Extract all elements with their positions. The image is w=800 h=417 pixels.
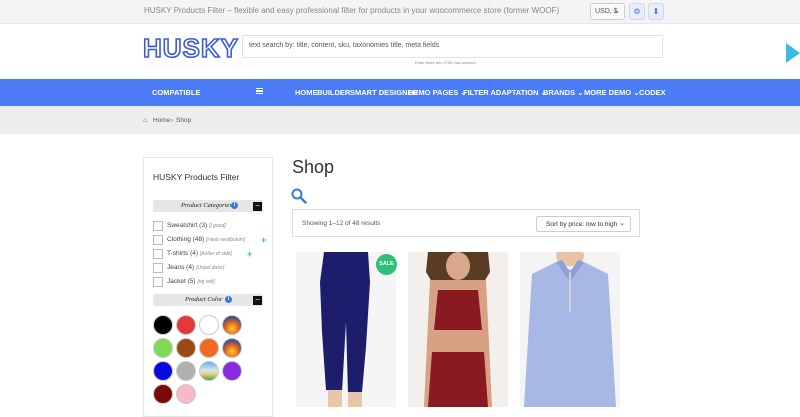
- category-label: T-shirts (4) [Antler of side]: [167, 250, 232, 257]
- sidebar-title: HUSKY Products Filter: [153, 172, 240, 182]
- expand-plus-icon[interactable]: +: [247, 249, 252, 259]
- color-swatch[interactable]: [176, 384, 196, 404]
- magnifier-icon[interactable]: [291, 188, 307, 204]
- sale-badge: SALE: [376, 254, 397, 275]
- checkbox[interactable]: [153, 235, 163, 245]
- chevron-down-icon: ⌄: [614, 8, 620, 15]
- download-icon: ⬇: [652, 7, 660, 16]
- menu-icon[interactable]: [256, 88, 263, 94]
- checkbox[interactable]: [153, 249, 163, 259]
- nav-item-more-demo[interactable]: MORE DEMO ⌄: [584, 88, 639, 97]
- nav-item-home[interactable]: HOME: [295, 88, 318, 97]
- breadcrumb: ⌂ Home › Shop: [0, 106, 800, 134]
- currency-select[interactable]: USD, $ ⌄: [590, 3, 625, 20]
- checkbox[interactable]: [153, 263, 163, 273]
- product-card[interactable]: [520, 252, 620, 407]
- color-swatch[interactable]: [199, 361, 219, 381]
- nav-item-builder[interactable]: BUILDER: [317, 88, 350, 97]
- product-image: [296, 252, 396, 407]
- chevron-down-icon: ⌄: [577, 88, 584, 97]
- color-swatch[interactable]: [222, 361, 242, 381]
- search-input[interactable]: text search by: title, content, sku, tax…: [242, 35, 663, 58]
- category-label: Clothing (48) [t-test vestibulum]: [167, 236, 246, 243]
- filter-sidebar: HUSKY Products Filter Product Categories…: [143, 157, 273, 417]
- color-swatch[interactable]: [153, 361, 173, 381]
- gear-icon: ⚙: [633, 7, 641, 16]
- color-swatch[interactable]: [222, 315, 242, 335]
- product-card[interactable]: [296, 252, 396, 407]
- product-image: [408, 252, 508, 407]
- color-swatch[interactable]: [176, 361, 196, 381]
- search-placeholder: text search by: title, content, sku, tax…: [249, 42, 440, 49]
- breadcrumb-separator: ›: [171, 117, 174, 124]
- info-icon[interactable]: i: [225, 296, 232, 303]
- sort-select[interactable]: Sort by price: low to high ⌄: [536, 216, 631, 232]
- collapse-icon[interactable]: −: [253, 296, 262, 305]
- main-nav: COMPATIBLE HOME BUILDER SMART DESIGNER D…: [0, 79, 800, 106]
- category-label: Jeans (4) [Unpel dolor]: [167, 264, 225, 271]
- nav-item-compatible[interactable]: COMPATIBLE: [152, 88, 200, 97]
- color-section-header[interactable]: Product Color i −: [153, 294, 263, 306]
- color-heading: Product Color: [185, 296, 223, 303]
- nav-item-codex[interactable]: CODEX: [639, 88, 666, 97]
- checkbox[interactable]: [153, 221, 163, 231]
- nav-item-demo-pages[interactable]: DEMO PAGES ⌄: [408, 88, 467, 97]
- nav-label: FILTER ADAPTATION: [463, 88, 539, 97]
- search-hint: Enter three dev 3795 max session: [415, 60, 476, 65]
- color-swatch[interactable]: [176, 315, 196, 335]
- result-count: Showing 1–12 of 48 results: [302, 220, 381, 227]
- nav-item-filter-adaptation[interactable]: FILTER ADAPTATION ⌄: [463, 88, 547, 97]
- nav-label: MORE DEMO: [584, 88, 632, 97]
- chevron-down-icon: ⌄: [619, 220, 625, 227]
- categories-heading: Product Categories: [181, 202, 232, 209]
- collapse-icon[interactable]: −: [253, 202, 262, 211]
- category-label: Jacket (5) [rig volt]: [167, 278, 215, 285]
- results-toolbar: Showing 1–12 of 48 results Sort by price…: [292, 209, 640, 237]
- page-title: Shop: [292, 157, 335, 177]
- info-icon[interactable]: i: [231, 202, 238, 209]
- site-logo[interactable]: HUSKY: [142, 32, 239, 64]
- nav-label: BRANDS: [543, 88, 576, 97]
- color-swatch[interactable]: [153, 338, 173, 358]
- color-swatch[interactable]: [199, 338, 219, 358]
- settings-button[interactable]: ⚙: [629, 3, 645, 20]
- side-arrow-icon[interactable]: [786, 43, 800, 63]
- top-bar: HUSKY Products Filter – flexible and eas…: [0, 0, 800, 24]
- product-image: [520, 252, 620, 407]
- breadcrumb-current: Shop: [176, 117, 192, 124]
- expand-plus-icon[interactable]: +: [261, 235, 266, 245]
- download-button[interactable]: ⬇: [648, 3, 664, 20]
- categories-section-header[interactable]: Product Categories i −: [153, 200, 263, 212]
- product-card[interactable]: [408, 252, 508, 407]
- color-swatch[interactable]: [153, 315, 173, 335]
- color-swatch[interactable]: [222, 338, 242, 358]
- color-swatch[interactable]: [153, 384, 173, 404]
- breadcrumb-home[interactable]: Home: [153, 117, 170, 124]
- category-label: Sweatshirt (3) [I good]: [167, 222, 226, 229]
- color-swatch[interactable]: [199, 315, 219, 335]
- nav-item-brands[interactable]: BRANDS ⌄: [543, 88, 583, 97]
- site-tagline: HUSKY Products Filter – flexible and eas…: [144, 6, 560, 15]
- home-icon: ⌂: [143, 117, 147, 124]
- color-swatch[interactable]: [176, 338, 196, 358]
- sort-value: Sort by price: low to high: [546, 221, 618, 228]
- nav-label: DEMO PAGES: [408, 88, 459, 97]
- checkbox[interactable]: [153, 277, 163, 287]
